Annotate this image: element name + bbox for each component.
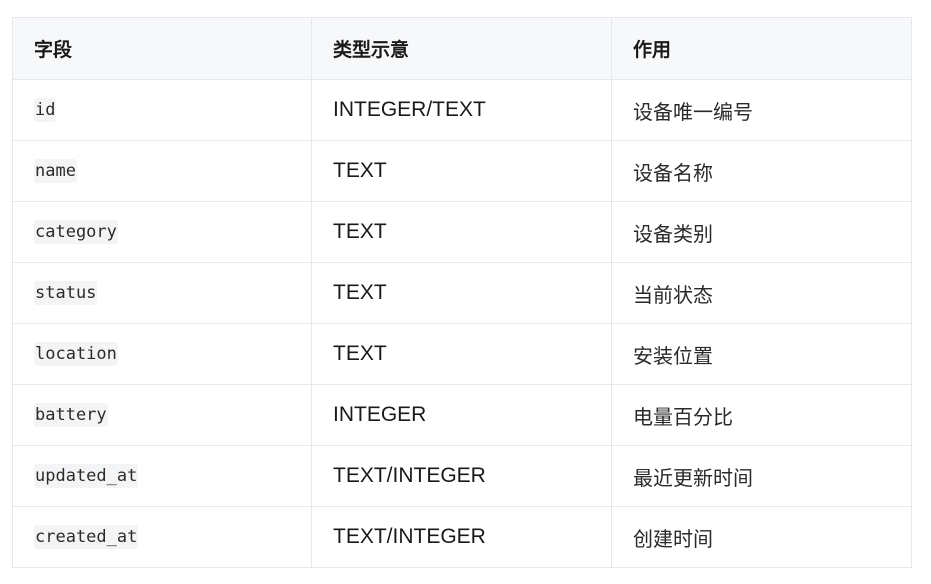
purpose-cell: 设备唯一编号 [611, 79, 912, 141]
schema-table: 字段 类型示意 作用 id INTEGER/TEXT 设备唯一编号 name T… [12, 17, 912, 568]
purpose-cell: 最近更新时间 [611, 445, 912, 507]
type-cell: TEXT [311, 140, 612, 202]
purpose-cell: 电量百分比 [611, 384, 912, 446]
table-row: name TEXT 设备名称 [12, 140, 912, 202]
type-cell: TEXT [311, 262, 612, 324]
purpose-cell: 设备类别 [611, 201, 912, 263]
field-code: id [34, 98, 57, 122]
field-cell: updated_at [12, 445, 312, 507]
header-type: 类型示意 [311, 17, 612, 80]
field-code: updated_at [34, 464, 139, 488]
table-row: status TEXT 当前状态 [12, 262, 912, 324]
field-code: location [34, 342, 118, 366]
field-cell: category [12, 201, 312, 263]
type-cell: TEXT [311, 201, 612, 263]
table-row: created_at TEXT/INTEGER 创建时间 [12, 506, 912, 568]
purpose-cell: 创建时间 [611, 506, 912, 568]
type-cell: TEXT/INTEGER [311, 506, 612, 568]
field-cell: created_at [12, 506, 312, 568]
purpose-cell: 设备名称 [611, 140, 912, 202]
field-cell: location [12, 323, 312, 385]
field-code: created_at [34, 525, 139, 549]
type-cell: INTEGER [311, 384, 612, 446]
type-cell: INTEGER/TEXT [311, 79, 612, 141]
type-cell: TEXT [311, 323, 612, 385]
schema-table-container: 字段 类型示意 作用 id INTEGER/TEXT 设备唯一编号 name T… [12, 17, 912, 568]
table-row: location TEXT 安装位置 [12, 323, 912, 385]
table-row: battery INTEGER 电量百分比 [12, 384, 912, 446]
table-header: 字段 类型示意 作用 [12, 17, 912, 80]
header-field: 字段 [12, 17, 312, 80]
purpose-cell: 当前状态 [611, 262, 912, 324]
purpose-cell: 安装位置 [611, 323, 912, 385]
field-code: name [34, 159, 77, 183]
field-cell: id [12, 79, 312, 141]
header-row: 字段 类型示意 作用 [12, 17, 912, 80]
table-row: updated_at TEXT/INTEGER 最近更新时间 [12, 445, 912, 507]
field-cell: name [12, 140, 312, 202]
field-cell: battery [12, 384, 312, 446]
type-cell: TEXT/INTEGER [311, 445, 612, 507]
header-purpose: 作用 [611, 17, 912, 80]
table-body: id INTEGER/TEXT 设备唯一编号 name TEXT 设备名称 ca… [12, 79, 912, 568]
field-cell: status [12, 262, 312, 324]
table-row: category TEXT 设备类别 [12, 201, 912, 263]
table-row: id INTEGER/TEXT 设备唯一编号 [12, 79, 912, 141]
field-code: battery [34, 403, 108, 427]
field-code: status [34, 281, 98, 305]
field-code: category [34, 220, 118, 244]
